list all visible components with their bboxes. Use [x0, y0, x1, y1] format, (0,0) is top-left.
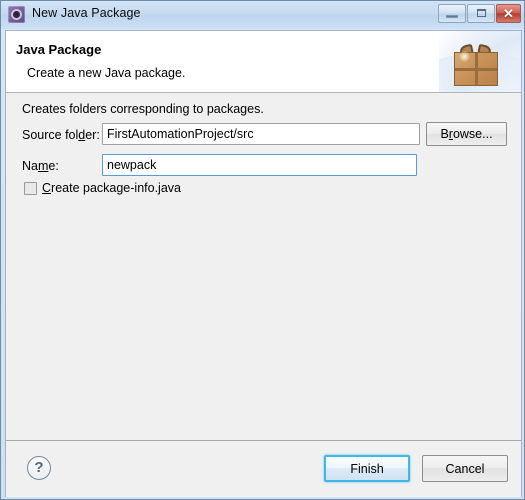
page-description: Create a new Java package. — [27, 66, 186, 80]
package-name-input[interactable] — [102, 154, 417, 176]
finish-button[interactable]: Finish — [324, 455, 410, 482]
name-label-pre: Na — [22, 159, 38, 173]
create-package-info-label: Create package-info.java — [42, 181, 181, 195]
dialog-footer: ? Finish Cancel — [6, 440, 521, 497]
browse-button[interactable]: Browse... — [426, 122, 507, 146]
checkbox-label-post: reate package-info.java — [51, 181, 181, 195]
source-folder-label-post: er: — [85, 128, 100, 142]
intro-text: Creates folders corresponding to package… — [22, 102, 264, 116]
dialog-body: Java Package Create a new Java package. … — [5, 30, 522, 497]
header-banner-art — [439, 31, 521, 92]
gift-box-highlight — [459, 51, 470, 62]
close-button[interactable]: ✕ — [496, 4, 521, 23]
dialog-window: New Java Package ✕ Java Package Create a… — [0, 0, 525, 500]
browse-label-post: owse... — [452, 127, 493, 141]
gift-box-icon — [454, 43, 498, 86]
minimize-button[interactable] — [438, 4, 466, 23]
name-label-mnemonic: m — [37, 159, 49, 173]
checkbox-label-mnemonic: C — [42, 181, 52, 195]
help-icon[interactable]: ? — [27, 456, 51, 480]
window-title: New Java Package — [32, 6, 141, 20]
cancel-button[interactable]: Cancel — [422, 455, 508, 482]
form-content: Creates folders corresponding to package… — [6, 93, 521, 442]
create-package-info-checkbox[interactable] — [24, 181, 37, 195]
source-folder-input[interactable] — [102, 123, 420, 145]
close-icon: ✕ — [503, 6, 514, 21]
source-folder-label: Source folder: — [22, 128, 100, 142]
maximize-button[interactable] — [467, 4, 495, 23]
create-package-info-checkbox-row[interactable]: Create package-info.java — [24, 179, 181, 197]
page-title: Java Package — [16, 42, 102, 57]
browse-label-pre: B — [440, 127, 449, 141]
java-package-icon — [8, 6, 25, 23]
name-label: Name: — [22, 159, 59, 173]
source-folder-label-pre: Source fol — [22, 128, 79, 142]
title-bar: New Java Package ✕ — [1, 1, 524, 29]
wizard-header: Java Package Create a new Java package. — [6, 31, 521, 93]
name-label-post: e: — [48, 159, 59, 173]
